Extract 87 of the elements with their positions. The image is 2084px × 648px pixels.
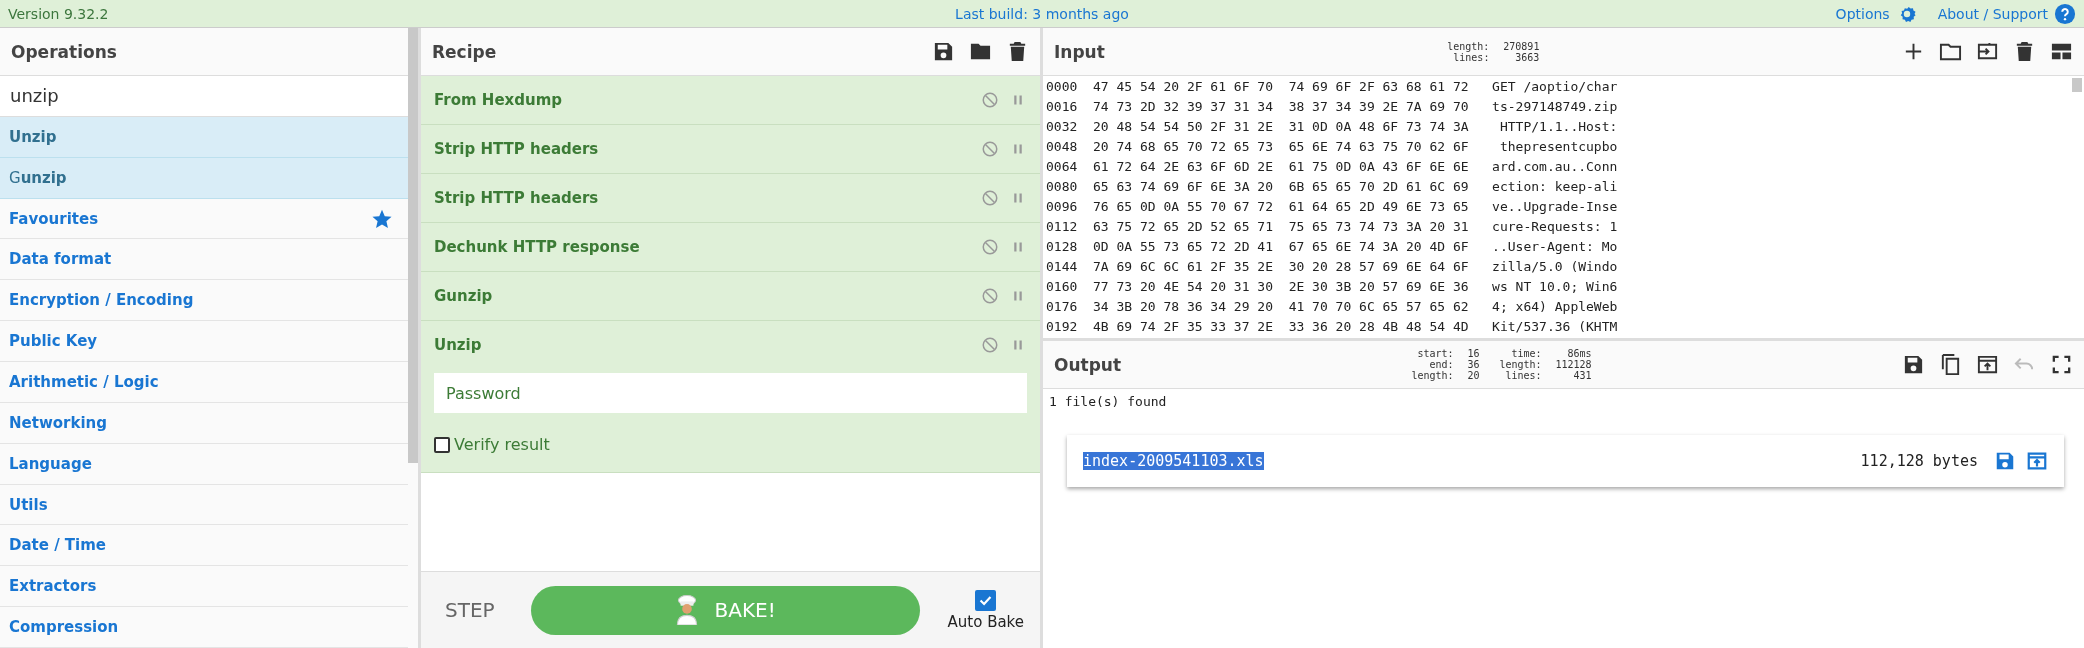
category-item[interactable]: Language (9, 454, 92, 473)
file-name: index-2009541103.xls (1083, 452, 1264, 470)
disable-icon[interactable] (981, 336, 999, 354)
auto-bake-label: Auto Bake (947, 612, 1024, 631)
output-summary: 1 file(s) found (1049, 395, 1168, 409)
fullscreen-icon[interactable] (2050, 353, 2073, 376)
hexdump-line: 0176 34 3B 20 78 36 34 29 20 41 70 70 6C 65 57 65 62 4; x64) AppleWeb (1046, 298, 1618, 316)
hexdump-line: 0192 4B 69 74 2F 35 33 37 2E 33 36 20 28 4B 48 54 4D Kit/537.36 (KHTM (1046, 318, 1618, 336)
open-in-window-icon[interactable] (1976, 353, 1999, 376)
stat-label: end: (1428, 359, 1454, 370)
recipe-ingredient[interactable]: Strip HTTP headers (421, 174, 1040, 223)
password-field[interactable]: Password (434, 373, 1027, 413)
category-item[interactable]: Encryption / Encoding (9, 291, 194, 310)
hexdump-line: 0160 77 73 20 4E 54 20 31 30 2E 30 3B 20 57 69 6E 36 ws NT 10.0; Win6 (1046, 278, 1618, 296)
hexdump-line: 0144 7A 69 6C 6C 61 2F 35 2E 30 20 28 57 69 6E 64 6F zilla/5.0 (Windo (1046, 258, 1618, 276)
output-title: Output (1054, 354, 1122, 375)
hexdump-line: 0128 0D 0A 55 73 65 72 2D 41 67 65 6E 74 3A 20 4D 6F ..User-Agent: Mo (1046, 238, 1618, 256)
bake-button[interactable]: BAKE! (530, 585, 920, 635)
hexdump-line: 0000 47 45 54 20 2F 61 6F 70 74 69 6F 2F 63 68 61 72 GET /aoptio/char (1046, 78, 1618, 96)
step-button[interactable]: STEP (437, 592, 503, 628)
hexdump-line: 0080 65 63 74 69 6F 6E 3A 20 6B 65 65 70 2D 61 6C 69 ection: keep-ali (1046, 178, 1618, 196)
category-item[interactable]: Data format (9, 250, 112, 269)
about-support-link[interactable]: About / Support (1937, 5, 2048, 22)
save-icon[interactable] (932, 40, 955, 63)
operations-title: Operations (11, 41, 117, 62)
disable-icon[interactable] (981, 287, 999, 305)
checkbox[interactable] (434, 436, 450, 453)
ingredient-name: Gunzip (434, 287, 493, 305)
hexdump-line: 0048 20 74 68 65 70 72 65 73 65 6E 74 63 75 70 62 6F thepresentcupbo (1046, 138, 1618, 156)
ingredient-name: Strip HTTP headers (434, 140, 599, 158)
stat-value: 270891 (1502, 40, 1540, 52)
category-item[interactable]: Arithmetic / Logic (9, 372, 159, 391)
recipe-ingredient[interactable]: Strip HTTP headers (421, 125, 1040, 174)
auto-bake-checkbox[interactable] (975, 589, 997, 611)
last-build-text: Last build: 3 months ago (955, 5, 1129, 22)
disable-icon[interactable] (981, 238, 999, 256)
copy-icon[interactable] (1939, 353, 1962, 376)
scrollbar[interactable] (408, 28, 418, 463)
version-text: Version 9.32.2 (8, 5, 109, 22)
options-link[interactable]: Options (1835, 5, 1890, 22)
recipe-title: Recipe (432, 41, 497, 62)
stat-label: time: (1510, 348, 1542, 359)
hexdump-line: 0064 61 72 64 2E 63 6F 6D 2E 61 75 0D 0A 43 6F 6E 6E ard.com.au..Conn (1046, 158, 1618, 176)
ingredient-name: From Hexdump (434, 91, 563, 109)
save-icon[interactable] (1902, 353, 1925, 376)
search-result[interactable]: Gunzip (0, 157, 408, 199)
stat-label: length: (1410, 370, 1454, 381)
recipe-ingredient[interactable]: From Hexdump (421, 76, 1040, 125)
search-field[interactable]: unzip (0, 76, 408, 117)
recipe-ingredient[interactable]: Gunzip (421, 272, 1040, 321)
hexdump-line: 0016 74 73 2D 32 39 37 31 34 38 37 34 39 2E 7A 69 70 ts-297148749.zip (1046, 98, 1618, 116)
stat-label: length: (1498, 359, 1542, 370)
stat-label: length: (1446, 40, 1490, 52)
stat-value: 3663 (1514, 51, 1540, 63)
help-icon[interactable] (2054, 2, 2076, 25)
ingredient-name: Unzip (434, 336, 482, 354)
stat-value: 112128 (1554, 359, 1592, 370)
file-size: 112,128 bytes (1860, 452, 1978, 470)
ingredient-name: Dechunk HTTP response (434, 238, 640, 256)
hexdump-line: 0096 76 65 0D 0A 55 70 67 72 61 64 65 2D 49 6E 73 65 ve..Upgrade-Inse (1046, 198, 1618, 216)
stat-label: lines: (1505, 370, 1542, 381)
category-item[interactable]: Utils (9, 495, 48, 514)
verify-result-label: Verify result (454, 435, 550, 454)
stat-value: 86ms (1566, 348, 1592, 359)
hexdump-line: 0112 63 75 72 65 2D 52 65 71 75 65 73 74 73 3A 20 31 cure-Requests: 1 (1046, 218, 1618, 236)
category-item[interactable]: Extractors (9, 577, 97, 596)
disable-icon[interactable] (981, 91, 999, 109)
category-item[interactable]: Date / Time (9, 536, 107, 555)
category-item[interactable]: Favourites (9, 209, 99, 228)
stat-value: 16 (1466, 348, 1480, 359)
stat-value: 431 (1572, 370, 1592, 381)
search-result[interactable]: Unzip (0, 116, 408, 158)
category-item[interactable]: Public Key (9, 332, 98, 351)
category-item[interactable]: Compression (9, 618, 119, 637)
stat-value: 36 (1466, 359, 1480, 370)
disable-icon[interactable] (981, 189, 999, 207)
ingredient-name: Strip HTTP headers (434, 189, 599, 207)
stat-value: 20 (1466, 370, 1480, 381)
disable-icon[interactable] (981, 140, 999, 158)
category-item[interactable]: Networking (9, 413, 107, 432)
input-title: Input (1054, 41, 1105, 62)
hexdump-line: 0032 20 48 54 54 50 2F 31 2E 31 0D 0A 48 6F 73 74 3A HTTP/1.1..Host: (1046, 118, 1618, 136)
recipe-ingredient[interactable]: Unzip Password Verify result (421, 321, 1040, 473)
stat-label: start: (1416, 348, 1454, 359)
recipe-ingredient[interactable]: Dechunk HTTP response (421, 223, 1040, 272)
scrollbar[interactable] (2072, 78, 2082, 92)
stat-label: lines: (1453, 51, 1490, 63)
